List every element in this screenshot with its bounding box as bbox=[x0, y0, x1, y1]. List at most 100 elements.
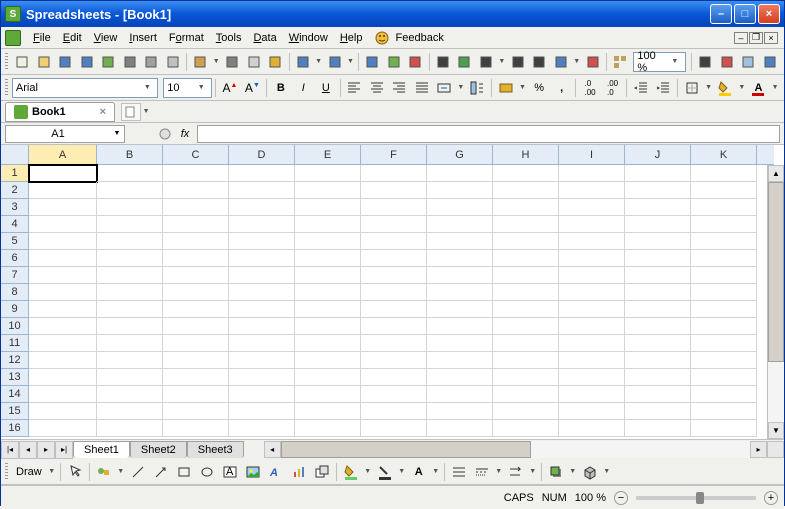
chevron-down-icon[interactable]: ▼ bbox=[431, 468, 441, 475]
cell[interactable] bbox=[427, 216, 493, 233]
column-header[interactable]: E bbox=[295, 145, 361, 165]
cell[interactable] bbox=[229, 284, 295, 301]
decrease-decimal-button[interactable]: .00.0 bbox=[602, 77, 623, 99]
filter-button[interactable] bbox=[551, 51, 572, 73]
cell[interactable] bbox=[229, 182, 295, 199]
cell[interactable] bbox=[295, 182, 361, 199]
cell[interactable] bbox=[427, 301, 493, 318]
cell[interactable] bbox=[295, 250, 361, 267]
cell[interactable] bbox=[229, 369, 295, 386]
menu-feedback[interactable]: Feedback bbox=[368, 28, 449, 48]
name-box[interactable]: A1 ▼ bbox=[5, 125, 125, 143]
new-button[interactable] bbox=[12, 51, 33, 73]
zoom-slider[interactable] bbox=[636, 496, 756, 500]
scroll-thumb[interactable] bbox=[281, 441, 531, 458]
cell[interactable] bbox=[559, 250, 625, 267]
document-tab[interactable]: Book1 × bbox=[5, 102, 115, 122]
line-style-button[interactable] bbox=[448, 461, 470, 483]
menu-insert[interactable]: Insert bbox=[123, 30, 163, 46]
print-button[interactable] bbox=[120, 51, 141, 73]
cell[interactable] bbox=[229, 335, 295, 352]
font-combo[interactable]: Arial▼ bbox=[12, 78, 158, 98]
cell[interactable] bbox=[427, 403, 493, 420]
cell[interactable] bbox=[427, 267, 493, 284]
cell[interactable] bbox=[493, 386, 559, 403]
cell[interactable] bbox=[29, 233, 97, 250]
cell[interactable] bbox=[625, 335, 691, 352]
oval-button[interactable] bbox=[196, 461, 218, 483]
cell[interactable] bbox=[625, 301, 691, 318]
fill-color-draw-button[interactable] bbox=[340, 461, 362, 483]
cell[interactable] bbox=[691, 335, 757, 352]
chevron-down-icon[interactable]: ▼ bbox=[528, 468, 538, 475]
cell[interactable] bbox=[29, 386, 97, 403]
cell[interactable] bbox=[295, 199, 361, 216]
cell[interactable] bbox=[559, 420, 625, 437]
cell[interactable] bbox=[361, 369, 427, 386]
row-header[interactable]: 8 bbox=[1, 284, 29, 301]
sortza-button[interactable] bbox=[529, 51, 550, 73]
cell[interactable] bbox=[691, 420, 757, 437]
cell[interactable] bbox=[295, 403, 361, 420]
cell[interactable] bbox=[29, 182, 97, 199]
cell[interactable] bbox=[29, 403, 97, 420]
currency-button[interactable] bbox=[495, 77, 516, 99]
next-sheet-button[interactable]: ▸ bbox=[37, 441, 55, 459]
preview-button[interactable] bbox=[141, 51, 162, 73]
row-header[interactable]: 7 bbox=[1, 267, 29, 284]
align-right-button[interactable] bbox=[389, 77, 410, 99]
cell[interactable] bbox=[427, 369, 493, 386]
cell[interactable] bbox=[163, 301, 229, 318]
decrease-indent-button[interactable] bbox=[630, 77, 651, 99]
row-header[interactable]: 15 bbox=[1, 403, 29, 420]
cell[interactable] bbox=[625, 352, 691, 369]
wordart-button[interactable]: A bbox=[265, 461, 287, 483]
cell[interactable] bbox=[493, 301, 559, 318]
cell[interactable] bbox=[427, 335, 493, 352]
font-size-combo[interactable]: 10▼ bbox=[163, 78, 212, 98]
cell[interactable] bbox=[295, 352, 361, 369]
cell[interactable] bbox=[361, 165, 427, 182]
cell[interactable] bbox=[691, 165, 757, 182]
arrow-style-button[interactable] bbox=[505, 461, 527, 483]
italic-button[interactable]: I bbox=[293, 77, 314, 99]
cell[interactable] bbox=[361, 403, 427, 420]
column-header[interactable]: G bbox=[427, 145, 493, 165]
cell[interactable] bbox=[295, 216, 361, 233]
cell[interactable] bbox=[229, 165, 295, 182]
pic-button[interactable] bbox=[384, 51, 405, 73]
cell[interactable] bbox=[691, 301, 757, 318]
cell[interactable] bbox=[97, 250, 163, 267]
cell[interactable] bbox=[229, 318, 295, 335]
cell[interactable] bbox=[97, 165, 163, 182]
cell[interactable] bbox=[97, 335, 163, 352]
column-header[interactable]: A bbox=[29, 145, 97, 165]
save-button[interactable] bbox=[55, 51, 76, 73]
cell[interactable] bbox=[427, 352, 493, 369]
row-header[interactable]: 11 bbox=[1, 335, 29, 352]
chevron-down-icon[interactable]: ▼ bbox=[497, 58, 506, 65]
cell[interactable] bbox=[361, 250, 427, 267]
cell[interactable] bbox=[97, 267, 163, 284]
first-sheet-button[interactable]: |◂ bbox=[1, 441, 19, 459]
cell[interactable] bbox=[163, 284, 229, 301]
cell[interactable] bbox=[493, 216, 559, 233]
cell[interactable] bbox=[163, 216, 229, 233]
cell[interactable] bbox=[625, 386, 691, 403]
cell[interactable] bbox=[229, 233, 295, 250]
scroll-left-button[interactable]: ◂ bbox=[264, 441, 281, 458]
horizontal-scrollbar[interactable]: ◂ ▸ bbox=[264, 441, 767, 458]
app-menu-icon[interactable] bbox=[5, 30, 21, 46]
copy-button[interactable] bbox=[243, 51, 264, 73]
bold-button[interactable]: B bbox=[270, 77, 291, 99]
menu-view[interactable]: View bbox=[88, 30, 124, 46]
cell[interactable] bbox=[295, 420, 361, 437]
cell[interactable] bbox=[625, 284, 691, 301]
cell[interactable] bbox=[625, 182, 691, 199]
cell[interactable] bbox=[97, 233, 163, 250]
cell[interactable] bbox=[97, 403, 163, 420]
zoom-thumb[interactable] bbox=[696, 492, 704, 504]
doc-close-button[interactable]: × bbox=[764, 32, 778, 44]
cell[interactable] bbox=[559, 403, 625, 420]
cell[interactable] bbox=[29, 250, 97, 267]
